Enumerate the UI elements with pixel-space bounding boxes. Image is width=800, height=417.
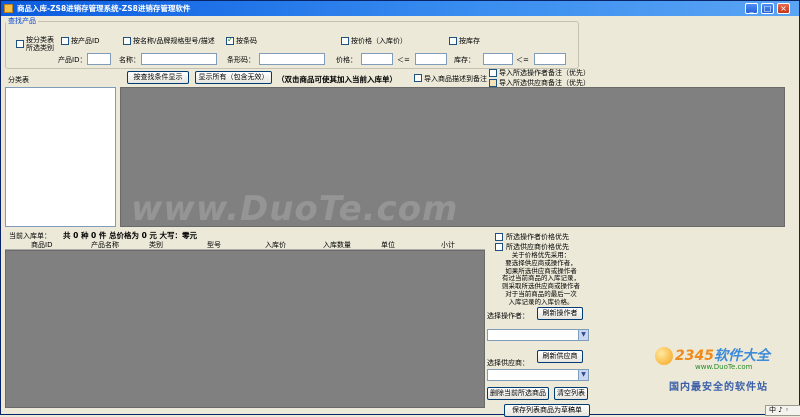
by-category-checkbox[interactable] — [16, 40, 24, 48]
stock-min-input[interactable] — [483, 53, 513, 65]
save-draft-button[interactable]: 保存列表商品为草稿单 — [504, 404, 590, 417]
by-barcode-label: 按条码 — [236, 37, 257, 45]
by-name-label: 按名称/品牌规格型号/描述 — [133, 37, 215, 45]
app-icon — [4, 4, 13, 13]
order-grid[interactable] — [5, 250, 485, 408]
col-quantity[interactable]: 入库数量 — [323, 241, 351, 250]
operator-price-priority-checkbox[interactable] — [495, 233, 503, 241]
col-product-id[interactable]: 商品ID — [31, 241, 52, 250]
select-operator-label: 选择操作者： — [487, 312, 529, 320]
show-all-button[interactable]: 显示所有（包含无效） — [195, 71, 272, 84]
refresh-supplier-button[interactable]: 刷新供应商 — [537, 350, 583, 363]
col-subtotal[interactable]: 小计 — [441, 241, 455, 250]
watermark-url: www.DuoTe.com — [695, 363, 753, 371]
col-model[interactable]: 型号 — [207, 241, 221, 250]
operator-select[interactable]: ▼ — [487, 329, 589, 341]
search-button[interactable]: 按查找条件显示 — [127, 71, 189, 84]
select-supplier-label: 选择供应商： — [487, 359, 529, 367]
category-tree[interactable] — [5, 87, 116, 227]
import-operator-note-label: 导入所选操作者备注（优先） — [499, 69, 590, 77]
operator-price-priority-label: 所选操作者价格优先 — [506, 233, 569, 241]
duote-watermark: www.DuoTe.com — [131, 189, 459, 229]
close-button[interactable]: × — [777, 3, 790, 14]
by-category-label-2: 所选类别 — [26, 44, 54, 52]
name-label: 名称： — [119, 56, 140, 64]
import-desc-checkbox[interactable] — [414, 74, 422, 82]
product-id-input[interactable] — [87, 53, 111, 65]
refresh-operator-button[interactable]: 刷新操作者 — [537, 307, 583, 320]
maximize-button[interactable]: □ — [761, 3, 774, 14]
stock-max-input[interactable] — [534, 53, 566, 65]
globe-icon — [655, 347, 673, 365]
delete-selected-button[interactable]: 删除当前所选商品 — [487, 387, 549, 400]
barcode-input[interactable] — [259, 53, 325, 65]
by-stock-checkbox[interactable] — [449, 37, 457, 45]
product-id-label: 产品ID： — [58, 56, 87, 64]
by-product-id-label: 按产品ID — [71, 37, 100, 45]
import-operator-note-checkbox[interactable] — [489, 69, 497, 77]
chevron-down-icon: ▼ — [578, 370, 588, 380]
col-product-name[interactable]: 产品名称 — [91, 241, 119, 250]
watermark-slogan: 国内最安全的软件站 — [669, 382, 768, 393]
price-priority-note: 关于价格优先采用： 要选择供应商或操作者， 如果所选供应商或操作者 有过当前商品… — [493, 251, 589, 307]
by-price-label: 按价格（入库价） — [351, 37, 407, 45]
supplier-price-priority-checkbox[interactable] — [495, 243, 503, 251]
stock-lte-label: ＜= — [516, 56, 529, 64]
by-price-checkbox[interactable] — [341, 37, 349, 45]
stock-label: 库存： — [454, 56, 475, 64]
clear-list-button[interactable]: 清空列表 — [554, 387, 588, 400]
col-category[interactable]: 类别 — [149, 241, 163, 250]
order-grid-header: 商品ID 产品名称 类别 型号 入库价 入库数量 单位 小计 — [5, 241, 485, 250]
import-desc-label: 导入商品描述到备注 — [424, 75, 487, 83]
order-summary-values: 共 0 种 0 件 总价格为 0 元 大写：零元 — [63, 231, 198, 240]
col-in-price[interactable]: 入库价 — [265, 241, 286, 250]
price-max-input[interactable] — [415, 53, 447, 65]
minimize-button[interactable]: _ — [745, 3, 758, 14]
brand-logo-number: 2345 — [675, 348, 714, 364]
category-tree-label: 分类表 — [8, 76, 29, 84]
price-lte-label: ＜= — [397, 56, 410, 64]
price-label: 价格： — [336, 56, 357, 64]
supplier-select[interactable]: ▼ — [487, 369, 589, 381]
import-supplier-note-checkbox[interactable] — [489, 79, 497, 87]
by-product-id-checkbox[interactable] — [61, 37, 69, 45]
note-line: 入库记录的入库价格。 — [508, 297, 574, 306]
window-title: 商品入库-ZS8进销存管理系统-ZS8进销存管理软件 — [17, 4, 191, 13]
price-min-input[interactable] — [361, 53, 393, 65]
title-bar: 商品入库-ZS8进销存管理系统-ZS8进销存管理软件 — [1, 1, 799, 16]
main-window: 商品入库-ZS8进销存管理系统-ZS8进销存管理软件 _ □ × 查找产品 按分… — [0, 0, 800, 417]
by-stock-label: 按库存 — [459, 37, 480, 45]
name-input[interactable] — [141, 53, 217, 65]
brand-logo: 2345软件大全 — [675, 345, 770, 365]
chevron-down-icon: ▼ — [578, 330, 588, 340]
ime-indicator[interactable]: 中 ♪ ◦ — [765, 405, 800, 416]
site-logo-watermark: 2345软件大全 www.DuoTe.com 国内最安全的软件站 — [655, 341, 800, 396]
by-barcode-checkbox[interactable] — [226, 35, 234, 45]
order-summary-label: 当前入库单： — [9, 232, 51, 240]
brand-logo-text: 软件大全 — [713, 348, 770, 364]
by-name-checkbox[interactable] — [123, 37, 131, 45]
barcode-label: 条形码： — [227, 56, 255, 64]
double-click-hint: （双击商品可使其加入当前入库单） — [277, 75, 397, 84]
search-group-title: 查找产品 — [6, 16, 38, 26]
col-unit[interactable]: 单位 — [381, 241, 395, 250]
